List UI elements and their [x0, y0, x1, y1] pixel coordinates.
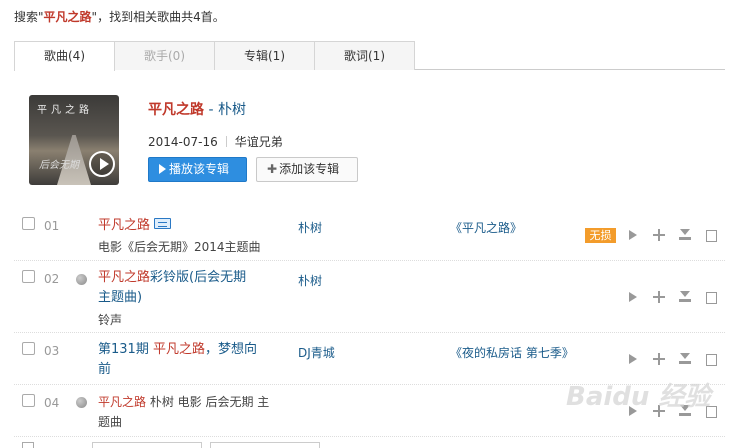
song-title-line2[interactable]: 前 [98, 360, 111, 380]
select-all-checkbox[interactable] [22, 442, 34, 448]
song-album[interactable]: 《夜的私房话 第七季》 [450, 344, 574, 361]
row-index: 01 [44, 219, 60, 233]
cover-title: 平凡之路 [37, 105, 93, 116]
song-title-keyword[interactable]: 平凡之路 [153, 342, 205, 357]
lossless-badge: 无损 [585, 228, 616, 243]
song-artist[interactable]: DJ青城 [298, 344, 335, 361]
cover-play-icon[interactable] [89, 151, 115, 177]
table-row: 02 平凡之路彩铃版(后会无期 主题曲) 铃声 朴树 [14, 261, 725, 333]
baidu-watermark: Baidu 经验 [566, 382, 711, 412]
tab-songs[interactable]: 歌曲(4) [14, 41, 115, 71]
row-checkbox[interactable] [22, 270, 35, 283]
song-title-rest[interactable]: 彩铃版(后会无期 [150, 270, 246, 285]
add-album-label: 添加该专辑 [279, 162, 340, 176]
play-album-label: 播放该专辑 [169, 162, 230, 176]
song-title-rest[interactable]: 朴树 电影 后会无期 主 [146, 395, 269, 409]
play-icon[interactable] [626, 228, 640, 242]
album-cover[interactable]: 平凡之路 后会无期 [29, 95, 119, 185]
album-meta: 2014-07-16 华谊兄弟 [148, 133, 283, 150]
album-company: 华谊兄弟 [234, 135, 283, 149]
meta-divider [225, 136, 227, 147]
song-description: 铃声 [98, 313, 123, 327]
song-title-keyword[interactable]: 平凡之路 [98, 218, 150, 233]
tab-singers[interactable]: 歌手(0) [114, 41, 215, 70]
plus-icon[interactable] [652, 228, 666, 242]
plus-icon[interactable] [652, 352, 666, 366]
download-icon[interactable] [678, 228, 692, 242]
cover-subtitle: 后会无期 [39, 160, 79, 171]
album-name[interactable]: 平凡之路 [148, 102, 204, 118]
song-title[interactable]: 平凡之路 [98, 216, 172, 236]
bottom-toolbar [14, 440, 714, 448]
box-icon[interactable] [704, 228, 718, 242]
song-description: 电影《后会无期》2014主题曲 [98, 240, 261, 254]
search-summary: 搜索"平凡之路"，找到相关歌曲共4首。 [14, 8, 225, 25]
row-index: 04 [44, 396, 60, 410]
bottom-action-button[interactable] [92, 442, 202, 448]
download-icon[interactable] [678, 352, 692, 366]
plus-icon[interactable] [652, 290, 666, 304]
summary-prefix: 搜索" [14, 10, 44, 24]
play-icon[interactable] [626, 290, 640, 304]
add-album-button[interactable]: ✚ 添加该专辑 [256, 157, 358, 182]
album-artist[interactable]: 朴树 [218, 102, 246, 118]
row-index: 02 [44, 272, 60, 286]
box-icon[interactable] [704, 352, 718, 366]
plus-icon: ✚ [267, 162, 278, 176]
summary-keyword: 平凡之路 [43, 10, 92, 24]
song-title[interactable]: 第131期 平凡之路，梦想向 [98, 340, 257, 360]
song-artist[interactable]: 朴树 [298, 272, 322, 289]
play-album-button[interactable]: 播放该专辑 [148, 157, 247, 182]
song-title-line2[interactable]: 题曲 [98, 412, 122, 432]
result-tabs: 歌曲(4) 歌手(0) 专辑(1) 歌词(1) [14, 41, 725, 71]
box-icon[interactable] [704, 290, 718, 304]
tab-lyrics[interactable]: 歌词(1) [314, 41, 415, 70]
mv-icon[interactable] [154, 218, 172, 229]
album-title: 平凡之路 - 朴树 [148, 99, 246, 119]
album-date: 2014-07-16 [148, 135, 218, 149]
song-title-keyword[interactable]: 平凡之路 [98, 270, 150, 285]
song-title-keyword[interactable]: 平凡之路 [98, 395, 146, 409]
play-icon [159, 164, 166, 174]
row-checkbox[interactable] [22, 217, 35, 230]
song-title[interactable]: 平凡之路 朴树 电影 后会无期 主 [98, 392, 269, 412]
song-title-prefix[interactable]: 第131期 [98, 342, 153, 357]
song-title-line2[interactable]: 主题曲) [98, 288, 142, 308]
row-checkbox[interactable] [22, 394, 35, 407]
download-icon[interactable] [678, 290, 692, 304]
song-artist[interactable]: 朴树 [298, 219, 322, 236]
bottom-action-button[interactable] [210, 442, 320, 448]
song-title-rest[interactable]: ，梦想向 [205, 342, 257, 357]
row-checkbox[interactable] [22, 342, 35, 355]
summary-suffix: "，找到相关歌曲共4首。 [91, 10, 225, 24]
row-index: 03 [44, 344, 60, 358]
song-album[interactable]: 《平凡之路》 [450, 219, 522, 236]
play-icon[interactable] [626, 352, 640, 366]
tab-albums[interactable]: 专辑(1) [214, 41, 315, 70]
globe-icon [76, 274, 87, 285]
song-title[interactable]: 平凡之路彩铃版(后会无期 [98, 268, 246, 288]
globe-icon [76, 397, 87, 408]
table-row: 01 平凡之路 电影《后会无期》2014主题曲 朴树 《平凡之路》 无损 [14, 207, 725, 261]
album-title-separator: - [204, 102, 218, 118]
